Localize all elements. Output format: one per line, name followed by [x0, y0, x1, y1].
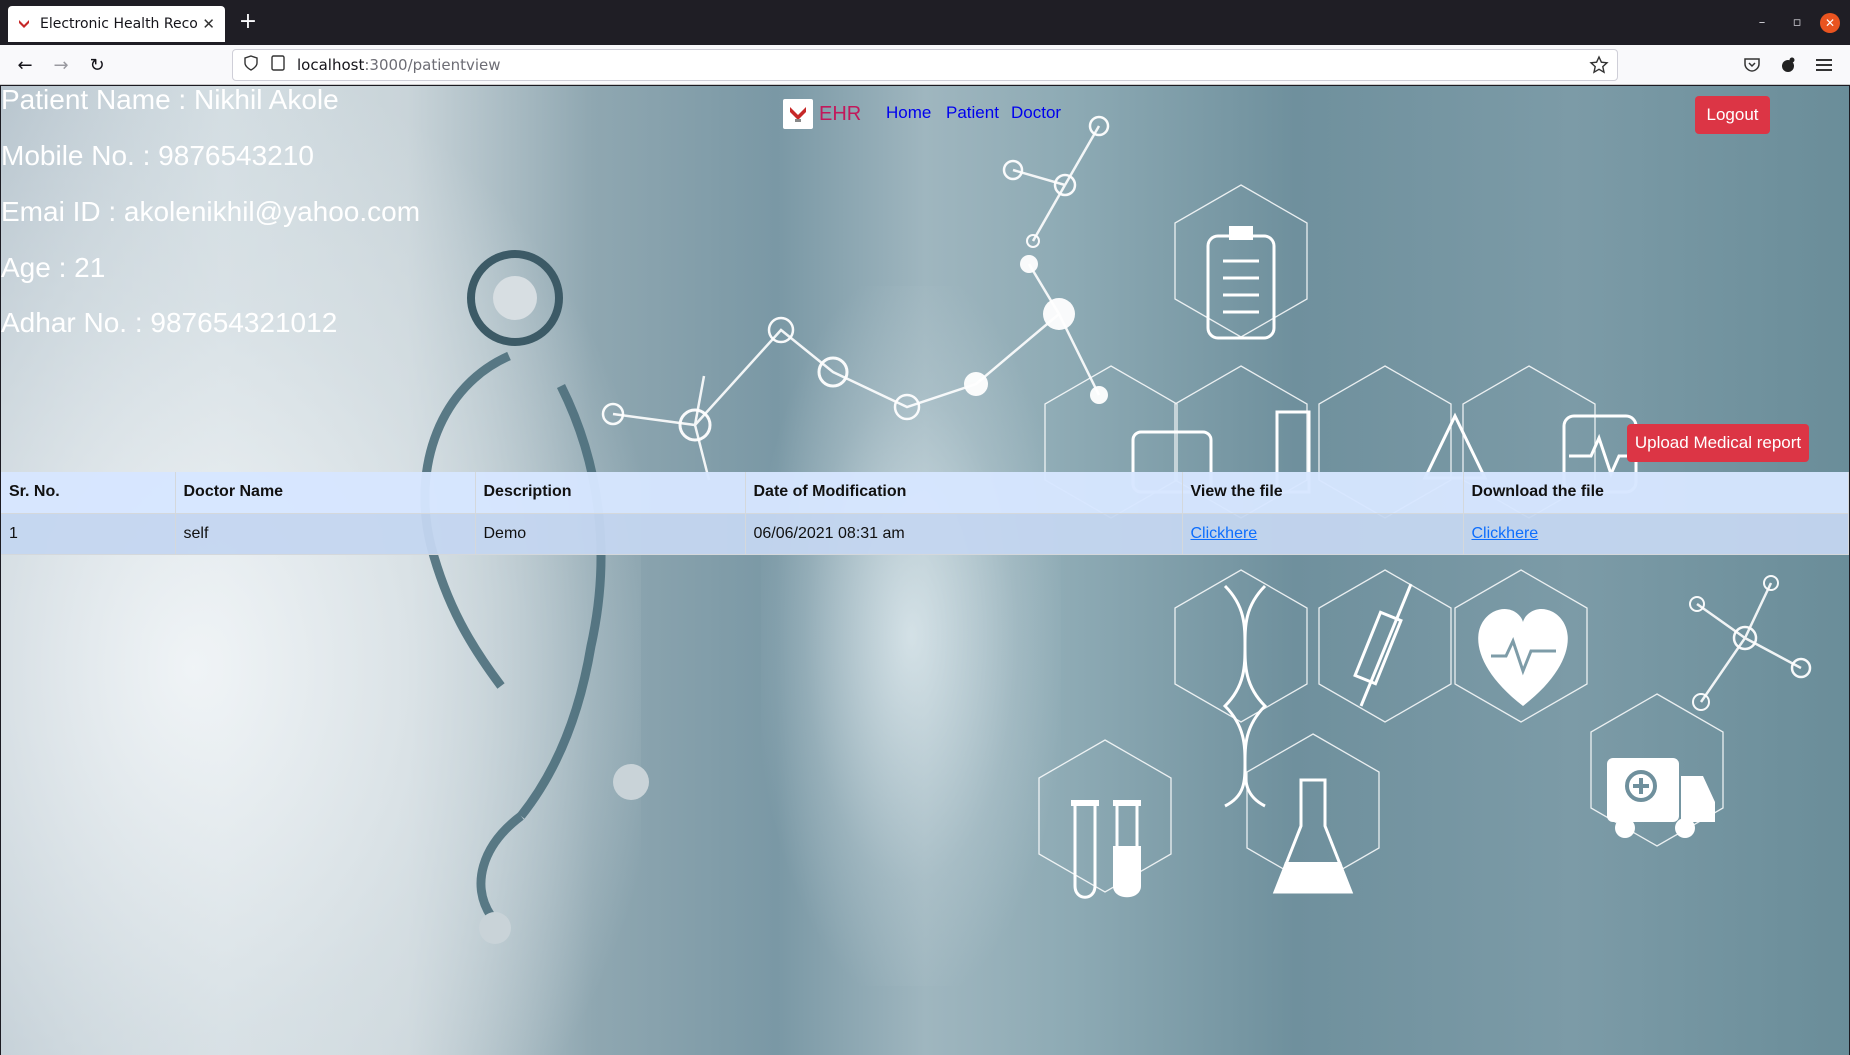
column-header-doctor-name: Doctor Name	[175, 472, 476, 514]
browser-titlebar: Electronic Health Records ✕ + – ▫ ✕	[0, 0, 1850, 45]
nav-link-doctor[interactable]: Doctor	[1011, 103, 1061, 123]
pocket-icon[interactable]	[1740, 53, 1764, 77]
logout-button[interactable]: Logout	[1695, 96, 1770, 134]
cell-date-of-modification: 06/06/2021 08:31 am	[745, 513, 1183, 555]
forward-icon[interactable]: →	[48, 52, 74, 78]
restore-icon[interactable]: ▫	[1786, 12, 1808, 34]
column-header-date-of-modification: Date of Modification	[745, 472, 1183, 514]
brand[interactable]: EHR	[783, 99, 861, 129]
patient-email: Emai ID : akolenikhil@yahoo.com	[1, 196, 421, 227]
medical-records-table: Sr. No. Doctor Name Description Date of …	[1, 472, 1849, 555]
cell-doctor-name: self	[175, 513, 476, 555]
page-info-icon[interactable]	[271, 55, 285, 75]
brand-name: EHR	[819, 102, 862, 125]
tab-title: Electronic Health Records	[40, 16, 198, 32]
ehr-logo-icon	[783, 99, 813, 129]
new-tab-icon[interactable]: +	[236, 10, 260, 34]
cell-view-file: Clickhere	[1182, 513, 1464, 555]
column-header-view-file: View the file	[1182, 472, 1464, 514]
minimize-icon[interactable]: –	[1751, 12, 1773, 34]
cell-sr-no: 1	[1, 513, 176, 555]
bookmark-star-icon[interactable]	[1589, 55, 1609, 75]
cell-description: Demo	[475, 513, 746, 555]
url-host: localhost	[297, 56, 365, 74]
upload-medical-report-button[interactable]: Upload Medical report	[1627, 424, 1809, 462]
tab-close-icon[interactable]: ✕	[202, 15, 215, 33]
nav-link-home[interactable]: Home	[886, 103, 931, 123]
column-header-sr-no: Sr. No.	[1, 472, 176, 514]
view-file-link[interactable]: Clickhere	[1191, 525, 1258, 542]
menu-icon[interactable]	[1812, 53, 1836, 77]
extension-icon[interactable]	[1776, 53, 1800, 77]
patient-adhar: Adhar No. : 987654321012	[1, 307, 338, 338]
reload-icon[interactable]: ↻	[84, 52, 110, 78]
browser-navbar: ← → ↻ localhost:3000/patientview	[0, 45, 1850, 85]
patient-name: Patient Name : Nikhil Akole	[1, 86, 339, 115]
table-header-row: Sr. No. Doctor Name Description Date of …	[1, 472, 1849, 514]
url-bar[interactable]: localhost:3000/patientview	[232, 49, 1618, 81]
column-header-download-file: Download the file	[1463, 472, 1849, 514]
ehr-favicon-icon	[18, 18, 30, 30]
url-path: :3000/patientview	[364, 56, 501, 74]
background-medical-icons	[420, 115, 1812, 944]
download-file-link[interactable]: Clickhere	[1472, 525, 1539, 542]
url-text[interactable]: localhost:3000/patientview	[297, 56, 501, 74]
patient-age: Age : 21	[1, 252, 106, 283]
patient-view-page: Patient Name : Nikhil Akole Mobile No. :…	[1, 86, 1849, 1055]
window-close-icon[interactable]: ✕	[1820, 13, 1840, 33]
table-row: 1 self Demo 06/06/2021 08:31 am Clickher…	[1, 513, 1849, 555]
browser-tab[interactable]: Electronic Health Records ✕	[8, 6, 225, 42]
column-header-description: Description	[475, 472, 746, 514]
shield-icon[interactable]	[243, 55, 259, 75]
cell-download-file: Clickhere	[1463, 513, 1849, 555]
back-icon[interactable]: ←	[12, 52, 38, 78]
patient-mobile: Mobile No. : 9876543210	[1, 140, 314, 171]
nav-link-patient[interactable]: Patient	[946, 103, 999, 123]
